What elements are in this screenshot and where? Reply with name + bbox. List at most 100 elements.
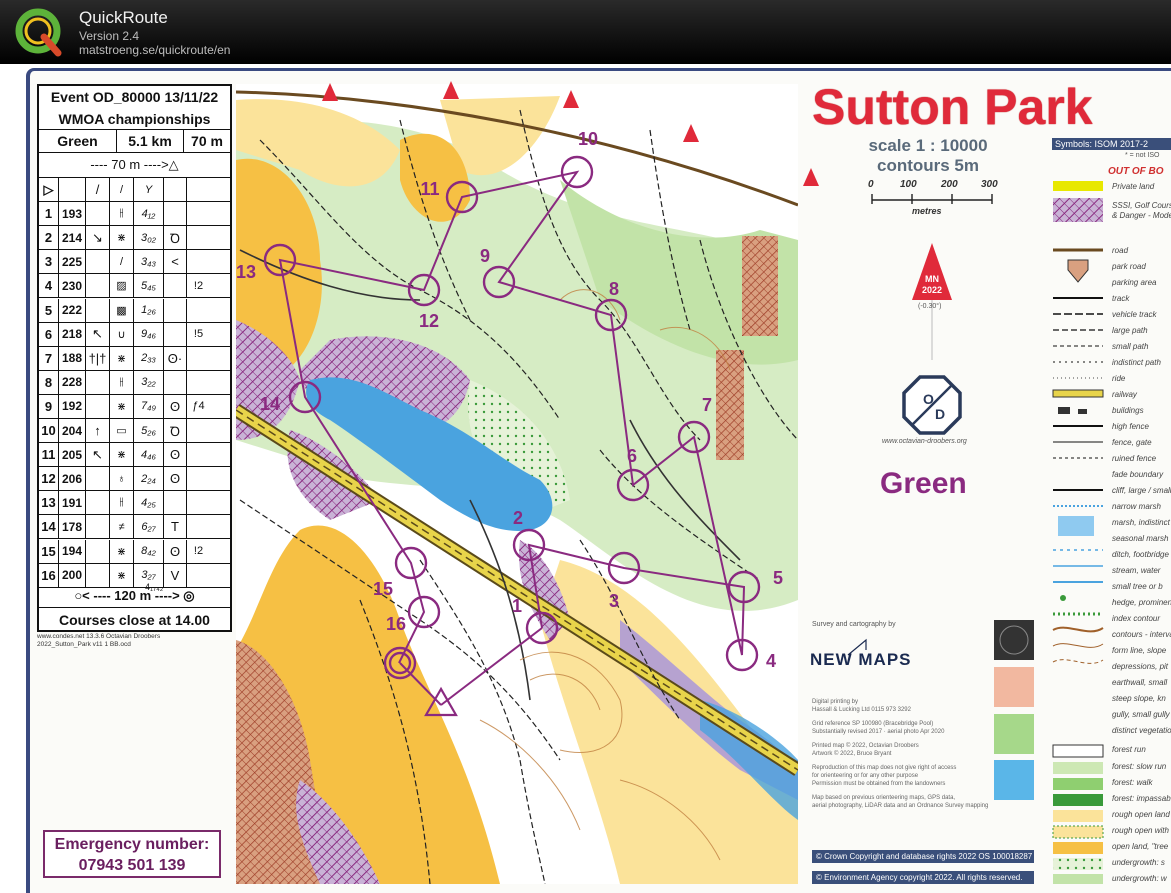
legend-item: small path: [1112, 342, 1149, 351]
control-number-label: 15: [373, 579, 393, 599]
card-dimensions: 3₀₂: [134, 226, 164, 250]
card-dimensions: 7₄₉: [134, 394, 164, 418]
control-number-label: 6: [627, 446, 637, 466]
card-control-code: 206: [59, 467, 86, 491]
card-dimensions: 2₃₃: [134, 346, 164, 370]
card-control-row: 3 225 /3₄₃ <: [39, 250, 230, 275]
credit-line: for orienteering or for any other purpos…: [812, 773, 919, 779]
card-location: Ꝺ: [164, 419, 187, 443]
scale-tick-300: 300: [981, 179, 998, 190]
control-number-label: 2: [513, 508, 523, 528]
card-location: ʘ: [164, 539, 187, 563]
control-number-label: 14: [260, 394, 280, 414]
card-note-line: 2022_Sutton_Park v11 1 BB.ocd: [37, 641, 131, 648]
card-other-info: !2: [193, 545, 204, 558]
legend-item: earthwall, small: [1112, 678, 1168, 687]
card-control-code: 230: [59, 274, 86, 298]
card-control-row: 6 218 ↖ ∪ 9₄₆ !5: [39, 322, 230, 347]
contour-interval: contours 5m: [876, 156, 980, 175]
card-which-feature: †|†: [86, 346, 110, 370]
card-control-row: 5 222 ▩ 1₂₆: [39, 298, 230, 323]
control-number-label: 1: [512, 596, 522, 616]
card-feature-symbol: ⫲: [110, 202, 134, 226]
card-other-info: [187, 443, 210, 466]
card-which-feature: [86, 274, 110, 298]
card-location: ʘ: [164, 443, 187, 467]
card-dimensions: 8₄₂: [134, 539, 164, 563]
card-location: T: [164, 515, 187, 539]
card-location: [164, 274, 187, 298]
card-feature-symbol: ⋇: [110, 346, 134, 370]
scale-tick-200: 200: [941, 179, 958, 190]
card-control-number: 13: [39, 491, 59, 515]
card-control-number: 8: [39, 370, 59, 394]
card-length: 5.1 km: [117, 130, 184, 152]
legend-item: Private land: [1112, 182, 1155, 191]
card-control-code: 188: [59, 346, 86, 370]
crown-copyright: © Crown Copyright and database rights 20…: [812, 850, 1034, 863]
card-control-code: 193: [59, 202, 86, 226]
card-feature-symbol: ⫲: [110, 370, 134, 394]
card-control-row: 11 205 ↖ ⋇ 4₄₆ ʘ: [39, 443, 230, 468]
card-control-code: 214: [59, 226, 86, 250]
card-header-cell: [187, 178, 210, 201]
legend-item: ditch, footbridge: [1112, 550, 1169, 559]
legend-item: hedge, prominent: [1112, 598, 1171, 607]
card-control-row: 10 204 ↑ ▭ 5₂₆ Ꝺ: [39, 419, 230, 444]
control-number-label: 3: [609, 591, 619, 611]
control-number-label: 4: [766, 651, 776, 671]
card-finish-row: ○< ---- 120 m ----> ◎ 4₁₇₄₂: [39, 582, 230, 608]
card-feature-symbol: ⋇: [110, 539, 134, 563]
card-feature-symbol: ▨: [110, 274, 134, 298]
legend-item: contours - interval: [1112, 630, 1171, 639]
card-control-number: 3: [39, 250, 59, 274]
terrain-layer: [236, 84, 798, 884]
legend-item: cliff, large / small: [1112, 486, 1171, 495]
card-other-info: [187, 250, 210, 273]
card-control-code: 178: [59, 515, 86, 539]
card-feature-symbol: ⋇: [110, 394, 134, 418]
card-control-row: 4 230 ▨ 5₄₅ !2: [39, 274, 230, 299]
card-dimensions: 5₂₆: [134, 419, 164, 443]
card-dimensions: 1₂₆: [134, 298, 164, 322]
card-which-feature: [86, 298, 110, 322]
legend-item: park road: [1112, 262, 1146, 271]
card-control-row: 1 193 ⫲ 4₁₂: [39, 202, 230, 227]
card-which-feature: [86, 394, 110, 418]
card-other-info: !2: [193, 279, 204, 292]
card-other-info: [187, 226, 210, 249]
card-control-row: 2 214 ↘ ⋇ 3₀₂ Ꝺ: [39, 226, 230, 251]
card-control-code: 192: [59, 394, 86, 418]
card-event-name: WMOA championships: [39, 108, 230, 130]
course-name: Green: [880, 467, 967, 500]
card-location: ʘ·: [164, 346, 187, 370]
card-control-number: 5: [39, 298, 59, 322]
card-other-info: [187, 467, 210, 490]
legend-item: steep slope, kn: [1112, 694, 1166, 703]
card-other-info: [187, 515, 210, 538]
legend-item: indistinct path: [1112, 358, 1161, 367]
legend-item: railway: [1112, 390, 1137, 399]
legend-item: distinct vegetation: [1112, 726, 1171, 735]
scale-tick-100: 100: [900, 179, 917, 190]
card-dimensions: 5₄₅: [134, 274, 164, 298]
card-control-code: 191: [59, 491, 86, 515]
credit-line: Reproduction of this map does not give r…: [812, 765, 957, 771]
emergency-box: Emergency number: 07943 501 139: [43, 830, 221, 878]
card-other-info: [187, 202, 210, 225]
mn-label: MN 2022: [921, 274, 943, 295]
scale-tick-0: 0: [868, 179, 874, 190]
magnetic-north-icon: [912, 243, 952, 360]
card-other-info: [187, 419, 210, 442]
card-location: Ꝺ: [164, 226, 187, 250]
card-feature-symbol: ≠: [110, 515, 134, 539]
card-software-note: www.condes.net 13.3.6 Octavian Droobers …: [37, 633, 160, 649]
credit-line: Printed map © 2022, Octavian Droobers: [812, 743, 919, 749]
map-title: Sutton Park: [812, 79, 1093, 135]
card-feature-symbol: ⫲: [110, 491, 134, 515]
card-which-feature: ↖: [86, 322, 110, 346]
control-description-card: Event OD_80000 13/11/22 WMOA championshi…: [37, 84, 232, 632]
scale-ratio: scale 1 : 10000: [868, 136, 988, 155]
legend-item: rough open land: [1112, 810, 1170, 819]
card-control-code: 205: [59, 443, 86, 467]
